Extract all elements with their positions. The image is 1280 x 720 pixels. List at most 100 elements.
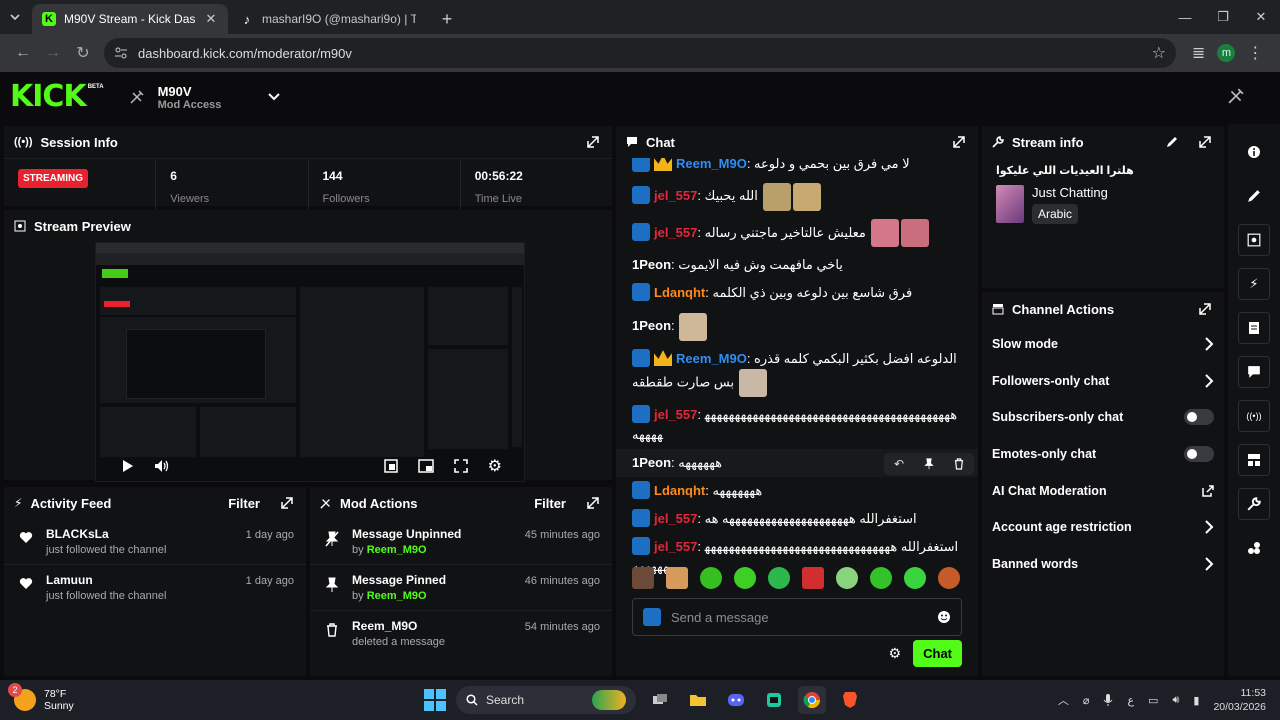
forward-button[interactable]: → <box>38 38 68 68</box>
chevron-up-icon[interactable]: ︿ <box>1058 692 1069 708</box>
tab-search-button[interactable] <box>0 0 30 34</box>
edit-pencil-icon[interactable] <box>1238 180 1270 212</box>
browser-menu-icon[interactable]: ⋮ <box>1247 43 1263 63</box>
emote-icon[interactable] <box>768 567 790 589</box>
action-title[interactable]: Reem_M9O <box>352 619 515 633</box>
broadcast-icon[interactable]: ((•)) <box>1238 400 1270 432</box>
close-window-button[interactable]: ✕ <box>1242 0 1280 34</box>
emote-icon[interactable] <box>836 567 858 589</box>
pip-icon[interactable] <box>417 459 434 473</box>
brave-icon[interactable] <box>836 686 864 714</box>
chat-message[interactable]: jel_557: الله يحبيك <box>616 178 978 215</box>
emotes-only-toggle[interactable] <box>1184 446 1214 463</box>
stream-video-player[interactable]: ⚙ <box>95 242 525 482</box>
chat-username[interactable]: Reem_M9O <box>676 351 747 366</box>
emote-icon[interactable] <box>632 567 654 589</box>
language-indicator[interactable]: ع <box>1127 694 1134 707</box>
layout-icon[interactable] <box>1238 444 1270 476</box>
chat-username[interactable]: jel_557 <box>654 225 697 240</box>
chat-username[interactable]: jel_557 <box>654 188 697 203</box>
delete-message-icon[interactable] <box>944 453 974 475</box>
chat-username[interactable]: Ldanqht <box>654 483 705 498</box>
chat-message[interactable]: jel_557: معليش عالتاخير ماجتني رساله <box>616 215 978 252</box>
filter-button[interactable]: Filter <box>534 496 566 511</box>
chat-message[interactable]: 1Peon: ياخي مافهمت وش فيه الايموت <box>616 251 978 279</box>
address-bar[interactable]: dashboard.kick.com/moderator/m90v ☆ <box>104 38 1176 68</box>
banned-words-action[interactable]: Banned words <box>982 546 1224 583</box>
battery-icon[interactable]: ▮ <box>1193 694 1199 707</box>
file-explorer-icon[interactable] <box>684 686 712 714</box>
player-settings-gear-icon[interactable]: ⚙ <box>488 456 502 476</box>
info-icon[interactable] <box>1238 136 1270 168</box>
new-tab-button[interactable]: + <box>434 4 460 34</box>
chat-message[interactable]: Reem_M9O: الدلوعه افضل بكثير البكمي كلمه… <box>616 345 978 401</box>
follower-name[interactable]: Lamuun <box>46 573 236 587</box>
chat-message[interactable]: Ldanqht: فرق شاسع بين دلوعه وبين ذي الكل… <box>616 279 978 307</box>
account-age-action[interactable]: Account age restriction <box>982 509 1224 546</box>
play-icon[interactable] <box>120 459 134 473</box>
chat-username[interactable]: 1Peon <box>632 318 671 333</box>
stream-preview-icon[interactable] <box>1238 224 1270 256</box>
media-control-icon[interactable]: ≣ <box>1192 43 1205 63</box>
popout-icon[interactable] <box>586 496 600 510</box>
weather-widget[interactable]: 2 78°F Sunny <box>8 683 74 712</box>
chat-username[interactable]: jel_557 <box>654 407 697 422</box>
channel-selector[interactable]: M90V Mod Access <box>130 84 282 111</box>
chevron-down-icon[interactable] <box>267 92 281 102</box>
chat-message-list[interactable]: Reem_M9O: لا مي فرق بين بحمي و دلوعه jel… <box>616 158 978 608</box>
display-icon[interactable]: ▭ <box>1148 694 1158 707</box>
chat-message[interactable]: jel_557: ههههههههههههههههههههههههههههههه… <box>616 401 978 449</box>
emote-icon[interactable] <box>870 567 892 589</box>
emote-icon[interactable] <box>802 567 824 589</box>
theater-mode-icon[interactable] <box>383 459 398 473</box>
chat-username[interactable]: Reem_M9O <box>676 158 747 171</box>
emote-icon[interactable] <box>904 567 926 589</box>
discord-icon[interactable] <box>722 686 750 714</box>
chat-username[interactable]: 1Peon <box>632 257 671 272</box>
follower-name[interactable]: BLACKsLa <box>46 527 236 541</box>
chat-message[interactable]: Ldanqht: هههههههه <box>616 477 978 505</box>
followers-only-action[interactable]: Followers-only chat <box>982 363 1224 400</box>
app-icon[interactable] <box>760 686 788 714</box>
chat-username[interactable]: jel_557 <box>654 511 697 526</box>
tab-kick-dashboard[interactable]: K M90V Stream - Kick Dashboard ✕ <box>32 4 228 34</box>
chrome-icon[interactable] <box>798 686 826 714</box>
emote-icon[interactable] <box>700 567 722 589</box>
popout-icon[interactable] <box>952 135 966 149</box>
lightning-icon[interactable]: ⚡ <box>1238 268 1270 300</box>
reload-button[interactable]: ↻ <box>68 38 98 68</box>
microphone-icon[interactable] <box>1103 693 1113 707</box>
start-button[interactable] <box>424 689 446 711</box>
close-tab-icon[interactable]: ✕ <box>204 11 218 26</box>
kick-logo[interactable]: KICK <box>10 82 87 112</box>
popout-icon[interactable] <box>586 135 600 149</box>
volume-icon[interactable] <box>154 459 170 473</box>
clock[interactable]: 11:53 20/03/2026 <box>1213 686 1266 714</box>
bookmark-star-icon[interactable]: ☆ <box>1152 43 1166 63</box>
shapes-icon[interactable] <box>1238 532 1270 564</box>
chat-username[interactable]: jel_557 <box>654 539 697 554</box>
chat-message[interactable]: jel_557: استغفرالله هههههههههههههههههههه… <box>616 505 978 533</box>
edit-pencil-icon[interactable] <box>1166 136 1178 148</box>
fullscreen-icon[interactable] <box>453 459 468 473</box>
emoji-picker-icon[interactable] <box>937 610 951 624</box>
task-view-icon[interactable] <box>646 686 674 714</box>
slow-mode-action[interactable]: Slow mode <box>982 326 1224 363</box>
popout-icon[interactable] <box>1198 135 1212 149</box>
filter-button[interactable]: Filter <box>228 496 260 511</box>
chat-message[interactable]: Reem_M9O: لا مي فرق بين بحمي و دلوعه <box>616 158 978 178</box>
chat-bubble-icon[interactable] <box>1238 356 1270 388</box>
send-chat-button[interactable]: Chat <box>913 640 962 667</box>
chat-username[interactable]: Ldanqht <box>654 285 705 300</box>
wrench-icon[interactable] <box>1238 488 1270 520</box>
maximize-button[interactable]: ❐ <box>1204 0 1242 34</box>
site-info-icon[interactable] <box>114 46 128 60</box>
profile-avatar[interactable]: m <box>1217 44 1236 62</box>
chat-settings-gear-icon[interactable]: ⚙ <box>889 645 902 662</box>
subscribers-only-toggle[interactable] <box>1184 409 1214 426</box>
tab-tiktok[interactable]: ♪ masharI9O (@mashari9o) | TikT <box>230 4 426 34</box>
popout-icon[interactable] <box>1198 302 1212 316</box>
chat-message-input[interactable]: Send a message <box>632 598 962 636</box>
taskbar-search[interactable]: Search <box>456 686 636 714</box>
chat-message[interactable]: 1Peon: ههههههه ↶ <box>616 449 978 478</box>
